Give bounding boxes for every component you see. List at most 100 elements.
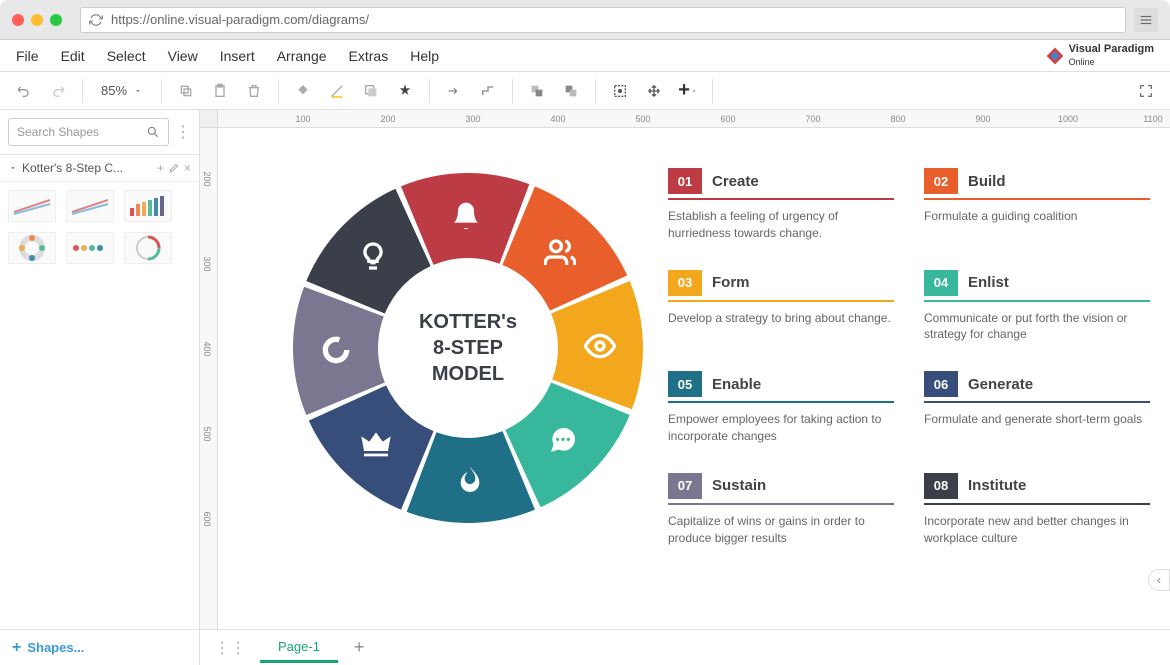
menu-insert[interactable]: Insert [220, 48, 255, 64]
shapes-panel-header[interactable]: Kotter's 8-Step C... + × [0, 155, 199, 182]
kotter-donut[interactable]: KOTTER's8-STEPMODEL [288, 168, 648, 528]
waypoint-button[interactable] [474, 77, 502, 105]
fullscreen-button[interactable] [1132, 77, 1160, 105]
more-icon[interactable]: ⋮ [175, 122, 191, 142]
step-title: Build [968, 173, 1006, 190]
step-title: Enlist [968, 274, 1009, 291]
step-04[interactable]: 04EnlistCommunicate or put forth the vis… [924, 270, 1150, 344]
shape-thumb[interactable] [124, 190, 172, 222]
step-title: Sustain [712, 477, 766, 494]
address-bar[interactable]: https://online.visual-paradigm.com/diagr… [80, 7, 1126, 33]
url-text: https://online.visual-paradigm.com/diagr… [111, 12, 369, 27]
step-number: 05 [668, 371, 702, 397]
step-08[interactable]: 08InstituteIncorporate new and better ch… [924, 473, 1150, 547]
search-icon [146, 125, 160, 139]
menu-select[interactable]: Select [107, 48, 146, 64]
search-shapes-input[interactable]: Search Shapes [8, 118, 169, 146]
menu-view[interactable]: View [168, 48, 198, 64]
ring-icon [318, 332, 354, 368]
edit-panel-icon[interactable] [168, 162, 180, 174]
toolbar: 85% + [0, 72, 1170, 110]
zoom-selector[interactable]: 85% [93, 77, 151, 105]
menu-file[interactable]: File [16, 48, 39, 64]
browser-menu-button[interactable] [1134, 8, 1158, 32]
crown-icon [358, 425, 394, 461]
menu-help[interactable]: Help [410, 48, 439, 64]
shape-thumb[interactable] [124, 232, 172, 264]
shape-thumb[interactable] [8, 190, 56, 222]
to-front-button[interactable] [523, 77, 551, 105]
step-number: 03 [668, 270, 702, 296]
paste-button[interactable] [206, 77, 234, 105]
app-logo: Visual ParadigmOnline [1045, 43, 1154, 67]
step-title: Enable [712, 376, 761, 393]
pan-button[interactable] [640, 77, 668, 105]
add-panel-icon[interactable]: + [157, 161, 164, 175]
connector-button[interactable] [440, 77, 468, 105]
reload-icon[interactable] [89, 13, 103, 27]
canvas-area[interactable]: 10020030040050060070080090010001100 2003… [200, 110, 1170, 629]
step-number: 07 [668, 473, 702, 499]
step-05[interactable]: 05EnableEmpower employees for taking act… [668, 371, 894, 445]
delete-button[interactable] [240, 77, 268, 105]
fill-color-button[interactable] [289, 77, 317, 105]
line-color-button[interactable] [323, 77, 351, 105]
steps-grid: 01CreateEstablish a feeling of urgency o… [668, 168, 1150, 546]
step-description: Communicate or put forth the vision or s… [924, 310, 1150, 344]
vertical-ruler: 200300400500600 [200, 128, 218, 629]
step-title: Form [712, 274, 750, 291]
close-panel-icon[interactable]: × [184, 161, 191, 175]
maximize-window-button[interactable] [50, 14, 62, 26]
collapse-right-button[interactable]: ‹ [1148, 569, 1170, 591]
zoom-value: 85% [101, 83, 127, 98]
shape-thumb[interactable] [8, 232, 56, 264]
add-button[interactable]: + [674, 77, 702, 105]
shape-thumb[interactable] [66, 190, 114, 222]
users-icon [542, 235, 578, 271]
step-title: Generate [968, 376, 1033, 393]
step-divider [924, 300, 1150, 302]
step-03[interactable]: 03FormDevelop a strategy to bring about … [668, 270, 894, 344]
window-titlebar: https://online.visual-paradigm.com/diagr… [0, 0, 1170, 40]
page-tab[interactable]: Page-1 [260, 633, 338, 663]
canvas[interactable]: KOTTER's8-STEPMODEL 01CreateEstablish a … [218, 128, 1170, 629]
panel-title: Kotter's 8-Step C... [22, 161, 153, 175]
step-07[interactable]: 07SustainCapitalize of wins or gains in … [668, 473, 894, 547]
step-02[interactable]: 02BuildFormulate a guiding coalition [924, 168, 1150, 242]
undo-button[interactable] [10, 77, 38, 105]
step-description: Formulate a guiding coalition [924, 208, 1150, 225]
bottom-bar: +Shapes... ⋮⋮ Page-1 + [0, 629, 1170, 665]
step-divider [668, 503, 894, 505]
step-divider [668, 401, 894, 403]
menu-extras[interactable]: Extras [349, 48, 389, 64]
menu-edit[interactable]: Edit [61, 48, 85, 64]
step-divider [668, 198, 894, 200]
add-page-button[interactable]: + [346, 637, 373, 658]
close-window-button[interactable] [12, 14, 24, 26]
donut-center-label: KOTTER's8-STEPMODEL [383, 263, 553, 433]
menu-arrange[interactable]: Arrange [277, 48, 327, 64]
to-back-button[interactable] [557, 77, 585, 105]
step-06[interactable]: 06GenerateFormulate and generate short-t… [924, 371, 1150, 445]
eye-icon [582, 328, 618, 364]
step-01[interactable]: 01CreateEstablish a feeling of urgency o… [668, 168, 894, 242]
step-title: Create [712, 173, 759, 190]
add-shapes-button[interactable]: +Shapes... [0, 630, 200, 665]
shadow-button[interactable] [357, 77, 385, 105]
shape-thumb[interactable] [66, 232, 114, 264]
chevron-down-icon [8, 163, 18, 173]
step-number: 01 [668, 168, 702, 194]
drag-handle-icon[interactable]: ⋮⋮ [208, 638, 252, 658]
minimize-window-button[interactable] [31, 14, 43, 26]
horizontal-ruler: 10020030040050060070080090010001100 [218, 110, 1170, 128]
step-divider [924, 503, 1150, 505]
step-description: Formulate and generate short-term goals [924, 411, 1150, 428]
menu-bar: File Edit Select View Insert Arrange Ext… [0, 40, 1170, 72]
step-divider [924, 198, 1150, 200]
fit-button[interactable] [606, 77, 634, 105]
redo-button[interactable] [44, 77, 72, 105]
bell-icon [448, 198, 484, 234]
style-button[interactable] [391, 77, 419, 105]
copy-button[interactable] [172, 77, 200, 105]
flame-icon [452, 462, 488, 498]
